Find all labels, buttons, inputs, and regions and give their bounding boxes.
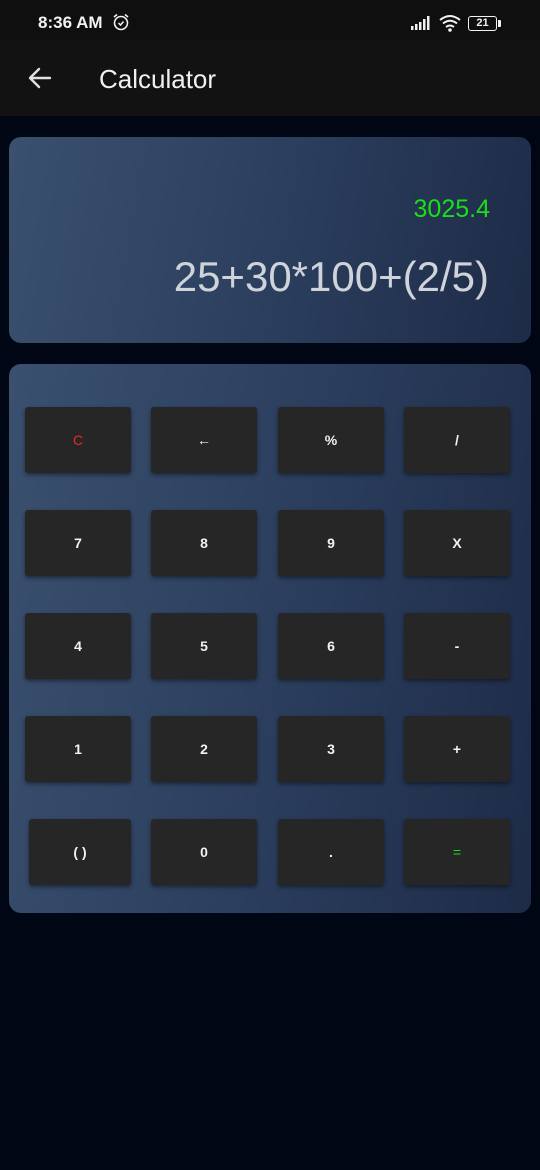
parentheses-button[interactable]: ( ) <box>29 819 131 885</box>
alarm-clock-icon <box>112 13 130 31</box>
digit-7-button[interactable]: 7 <box>25 510 131 576</box>
digit-4-button[interactable]: 4 <box>25 613 131 679</box>
battery-level: 21 <box>468 16 497 31</box>
digit-3-button[interactable]: 3 <box>278 716 384 782</box>
digit-5-button[interactable]: 5 <box>151 613 257 679</box>
digit-1-button[interactable]: 1 <box>25 716 131 782</box>
status-time: 8:36 AM <box>38 13 103 32</box>
page-title: Calculator <box>99 64 217 94</box>
add-button[interactable]: + <box>404 716 510 782</box>
percent-button[interactable]: % <box>278 407 384 473</box>
digit-9-button[interactable]: 9 <box>278 510 384 576</box>
keypad: C ← % / 7 8 9 X 4 5 6 - 1 2 3 + ( ) 0 . … <box>9 364 531 913</box>
wifi-icon <box>438 13 462 33</box>
arrow-left-icon <box>28 67 52 89</box>
multiply-button[interactable]: X <box>404 510 510 576</box>
digit-2-button[interactable]: 2 <box>151 716 257 782</box>
digit-0-button[interactable]: 0 <box>151 819 257 885</box>
battery-icon: 21 <box>468 16 501 31</box>
decimal-point-button[interactable]: . <box>278 819 384 885</box>
status-bar: 8:36 AM 21 <box>0 0 540 40</box>
backspace-button[interactable]: ← <box>151 407 257 473</box>
equals-button[interactable]: = <box>404 819 510 885</box>
expression-text: 25+30*100+(2/5) <box>173 253 489 300</box>
cell-signal-icon <box>410 15 432 31</box>
result-text: 3025.4 <box>413 195 490 223</box>
divide-button[interactable]: / <box>404 407 510 473</box>
calculator-display: 3025.4 25+30*100+(2/5) <box>9 137 531 343</box>
battery-tip <box>498 20 501 27</box>
clear-button[interactable]: C <box>25 407 131 473</box>
back-button[interactable] <box>22 60 58 96</box>
app-bar: Calculator <box>0 40 540 116</box>
digit-6-button[interactable]: 6 <box>278 613 384 679</box>
digit-8-button[interactable]: 8 <box>151 510 257 576</box>
subtract-button[interactable]: - <box>404 613 510 679</box>
